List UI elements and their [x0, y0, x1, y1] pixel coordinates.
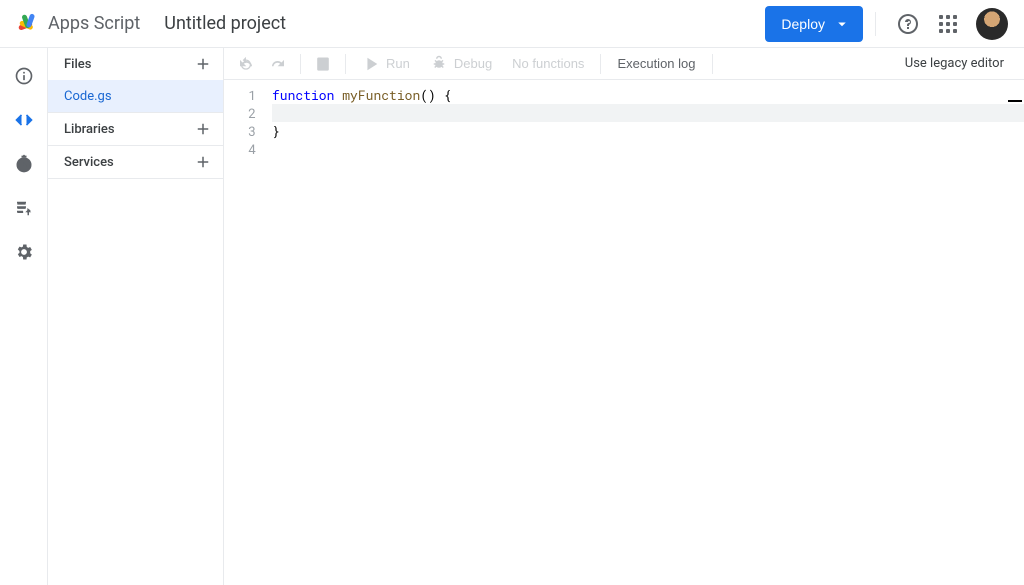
play-icon — [362, 55, 380, 73]
function-selector-label: No functions — [512, 56, 584, 71]
divider — [300, 54, 301, 74]
overview-nav-button[interactable] — [4, 56, 44, 96]
line-number: 2 — [224, 104, 256, 122]
deploy-label: Deploy — [781, 16, 825, 32]
divider — [712, 54, 713, 74]
libraries-section-header: Libraries — [48, 113, 223, 145]
app-name: Apps Script — [48, 13, 140, 34]
line-number: 1 — [224, 86, 256, 104]
run-label: Run — [386, 56, 410, 71]
debug-button[interactable]: Debug — [422, 50, 500, 78]
debug-label: Debug — [454, 56, 492, 71]
code-icon — [14, 110, 34, 130]
plus-icon — [194, 55, 212, 73]
divider — [875, 12, 876, 36]
undo-button[interactable] — [232, 50, 260, 78]
project-title[interactable]: Untitled project — [164, 13, 286, 34]
add-library-button[interactable] — [191, 117, 215, 141]
code-line[interactable]: function myFunction() { — [272, 86, 1024, 104]
libraries-section-title: Libraries — [64, 122, 115, 137]
executions-nav-button[interactable] — [4, 188, 44, 228]
file-name: Code.gs — [64, 89, 112, 104]
file-sidebar: Files Code.gs Libraries Services — [48, 48, 224, 585]
editor-toolbar: Run Debug No functions Execution log Use… — [224, 48, 1024, 80]
help-button[interactable] — [888, 4, 928, 44]
line-number-gutter: 1234 — [224, 80, 264, 585]
app-logo[interactable]: Apps Script — [16, 12, 140, 36]
add-file-button[interactable] — [191, 52, 215, 76]
info-icon — [14, 66, 34, 86]
settings-nav-button[interactable] — [4, 232, 44, 272]
chevron-down-icon — [833, 15, 851, 33]
run-button[interactable]: Run — [354, 50, 418, 78]
code-line[interactable]: } — [272, 122, 1024, 140]
redo-icon — [269, 55, 287, 73]
left-nav-rail — [0, 48, 48, 585]
legacy-editor-link[interactable]: Use legacy editor — [893, 56, 1016, 71]
divider — [345, 54, 346, 74]
save-icon — [314, 55, 332, 73]
code-editor[interactable]: 1234 function myFunction() { } — [224, 80, 1024, 585]
minimap — [1008, 100, 1022, 102]
line-number: 3 — [224, 122, 256, 140]
divider — [600, 54, 601, 74]
undo-icon — [237, 55, 255, 73]
execution-log-button[interactable]: Execution log — [609, 50, 703, 78]
executions-icon — [14, 198, 34, 218]
execution-log-label: Execution log — [617, 56, 695, 71]
redo-button[interactable] — [264, 50, 292, 78]
avatar-image — [976, 8, 1008, 40]
plus-icon — [194, 120, 212, 138]
bug-icon — [430, 55, 448, 73]
services-section-header: Services — [48, 146, 223, 178]
editor-nav-button[interactable] — [4, 100, 44, 140]
files-section-header: Files — [48, 48, 223, 80]
code-line[interactable] — [272, 140, 1024, 158]
plus-icon — [194, 153, 212, 171]
apps-launcher-button[interactable] — [928, 4, 968, 44]
clock-icon — [14, 154, 34, 174]
file-item-code-gs[interactable]: Code.gs — [48, 80, 223, 112]
apps-grid-icon — [939, 15, 957, 33]
help-icon — [896, 12, 920, 36]
gear-icon — [14, 242, 34, 262]
triggers-nav-button[interactable] — [4, 144, 44, 184]
add-service-button[interactable] — [191, 150, 215, 174]
deploy-button[interactable]: Deploy — [765, 6, 863, 42]
line-number: 4 — [224, 140, 256, 158]
account-avatar[interactable] — [976, 8, 1008, 40]
save-button[interactable] — [309, 50, 337, 78]
files-section-title: Files — [64, 57, 91, 72]
services-section-title: Services — [64, 155, 114, 170]
code-content[interactable]: function myFunction() { } — [264, 80, 1024, 585]
code-line[interactable] — [272, 104, 1024, 122]
function-selector[interactable]: No functions — [504, 50, 592, 78]
apps-script-logo-icon — [16, 12, 40, 36]
